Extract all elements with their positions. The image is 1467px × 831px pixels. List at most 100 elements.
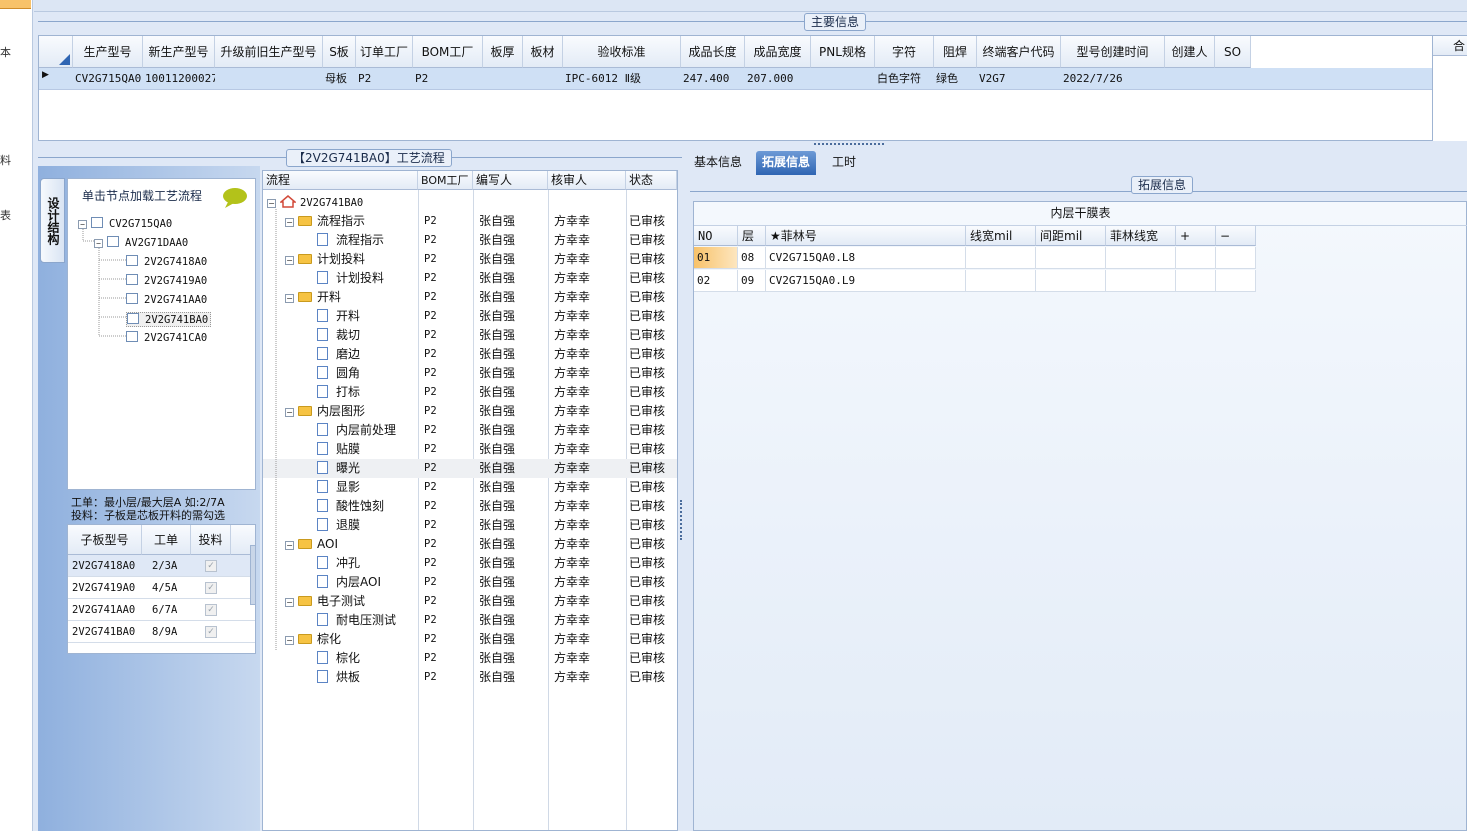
ext-cell[interactable]: 08 — [738, 247, 766, 269]
ext-cell[interactable] — [1216, 270, 1256, 292]
flow-root-node[interactable]: −2V2G741BA0 — [263, 193, 677, 212]
left-nav-char[interactable]: 料 — [0, 152, 11, 168]
collapse-icon[interactable]: − — [285, 636, 294, 645]
flow-step-group[interactable]: − 流程指示 P2 张自强 方幸幸 已审核 — [263, 212, 677, 231]
flow-step[interactable]: 打标 P2 张自强 方幸幸 已审核 — [263, 383, 677, 402]
flow-col-header[interactable]: 状态 — [626, 171, 677, 190]
ext-cell[interactable]: 01 — [694, 247, 738, 269]
main-cell[interactable] — [1215, 68, 1251, 90]
feed-checkbox[interactable]: ✓ — [205, 582, 217, 594]
main-col-header[interactable]: SO — [1215, 36, 1251, 68]
feed-checkbox[interactable]: ✓ — [205, 560, 217, 572]
main-cell[interactable]: 2022/7/26 — [1061, 68, 1165, 90]
left-nav-selected[interactable] — [0, 0, 31, 9]
main-col-header[interactable]: 终端客户代码 — [977, 36, 1061, 68]
main-col-header[interactable]: 订单工厂 — [356, 36, 413, 68]
collapse-icon[interactable]: − — [285, 598, 294, 607]
main-col-header[interactable]: 验收标准 — [563, 36, 681, 68]
sub-col-header[interactable]: 工单 — [142, 525, 191, 555]
ext-cell[interactable] — [966, 247, 1036, 269]
grid-corner[interactable] — [39, 36, 73, 68]
vertical-splitter[interactable] — [678, 170, 684, 831]
sub-col-header[interactable]: 子板型号 — [68, 525, 142, 555]
flow-step[interactable]: 退膜 P2 张自强 方幸幸 已审核 — [263, 516, 677, 535]
main-cell[interactable]: CV2G715QA0 — [73, 68, 143, 90]
main-col-header[interactable]: 字符 — [875, 36, 934, 68]
sub-board-row[interactable]: 2V2G7419A0 4/5A ✓ — [68, 577, 255, 599]
flow-step[interactable]: 圆角 P2 张自强 方幸幸 已审核 — [263, 364, 677, 383]
flow-step[interactable]: 烘板 P2 张自强 方幸幸 已审核 — [263, 668, 677, 687]
flow-step[interactable]: 棕化 P2 张自强 方幸幸 已审核 — [263, 649, 677, 668]
flow-step[interactable]: 内层AOI P2 张自强 方幸幸 已审核 — [263, 573, 677, 592]
flow-step[interactable]: 开料 P2 张自强 方幸幸 已审核 — [263, 307, 677, 326]
left-nav-char[interactable]: 表 — [0, 207, 11, 223]
flow-col-header[interactable]: BOM工厂 — [418, 171, 473, 190]
main-col-header[interactable]: 型号创建时间 — [1061, 36, 1165, 68]
main-cell[interactable] — [483, 68, 523, 90]
main-col-header[interactable]: 阻焊 — [934, 36, 977, 68]
main-col-header[interactable]: 新生产型号 — [143, 36, 215, 68]
main-cell[interactable]: 207.000 — [745, 68, 811, 90]
flow-step[interactable]: 内层前处理 P2 张自强 方幸幸 已审核 — [263, 421, 677, 440]
flow-step-group[interactable]: − 内层图形 P2 张自强 方幸幸 已审核 — [263, 402, 677, 421]
collapse-icon[interactable]: − — [285, 218, 294, 227]
feed-checkbox[interactable]: ✓ — [205, 604, 217, 616]
main-col-header[interactable]: 生产型号 — [73, 36, 143, 68]
ext-cell[interactable] — [1176, 270, 1216, 292]
ext-cell[interactable] — [1036, 247, 1106, 269]
flow-step[interactable]: 计划投料 P2 张自强 方幸幸 已审核 — [263, 269, 677, 288]
main-cell[interactable] — [811, 68, 875, 90]
flow-step[interactable]: 曝光 P2 张自强 方幸幸 已审核 — [263, 459, 677, 478]
main-cell[interactable]: V2G7 — [977, 68, 1061, 90]
ext-cell[interactable] — [1036, 270, 1106, 292]
ext-col-header[interactable]: 层 — [738, 226, 766, 246]
flow-step-group[interactable]: − 开料 P2 张自强 方幸幸 已审核 — [263, 288, 677, 307]
main-cell[interactable]: P2 — [413, 68, 483, 90]
main-cell[interactable]: 10011200027064 — [143, 68, 215, 90]
ext-col-header[interactable]: 间距mil — [1036, 226, 1106, 246]
flow-step[interactable]: 冲孔 P2 张自强 方幸幸 已审核 — [263, 554, 677, 573]
collapse-icon[interactable]: − — [285, 256, 294, 265]
main-cell[interactable]: 绿色 — [934, 68, 977, 90]
collapse-icon[interactable]: − — [285, 541, 294, 550]
main-col-header[interactable]: 升级前旧生产型号 — [215, 36, 323, 68]
main-cell[interactable] — [215, 68, 323, 90]
flow-step-group[interactable]: − AOI P2 张自强 方幸幸 已审核 — [263, 535, 677, 554]
flow-step[interactable]: 酸性蚀刻 P2 张自强 方幸幸 已审核 — [263, 497, 677, 516]
sub-board-row[interactable]: 2V2G741BA0 8/9A ✓ — [68, 621, 255, 643]
tab-work-hours[interactable]: 工时 — [826, 151, 862, 175]
tab-design-structure[interactable]: 设计结构 — [40, 178, 65, 263]
collapse-icon[interactable]: − — [285, 408, 294, 417]
main-cell[interactable]: 247.400 — [681, 68, 745, 90]
sub-grid-scrollbar[interactable] — [250, 545, 256, 605]
main-cell[interactable] — [1165, 68, 1215, 90]
main-col-header[interactable]: 板厚 — [483, 36, 523, 68]
sub-board-row[interactable]: 2V2G7418A0 2/3A ✓ — [68, 555, 255, 577]
flow-step[interactable]: 显影 P2 张自强 方幸幸 已审核 — [263, 478, 677, 497]
flow-step-group[interactable]: − 计划投料 P2 张自强 方幸幸 已审核 — [263, 250, 677, 269]
ext-cell[interactable] — [1176, 247, 1216, 269]
sub-col-header[interactable]: 投料 — [191, 525, 231, 555]
main-cell[interactable]: 白色字符 — [875, 68, 934, 90]
ext-col-header[interactable]: + — [1176, 226, 1216, 246]
flow-step[interactable]: 流程指示 P2 张自强 方幸幸 已审核 — [263, 231, 677, 250]
tab-basic-info[interactable]: 基本信息 — [688, 151, 748, 175]
ext-cell[interactable] — [1106, 270, 1176, 292]
ext-col-header[interactable]: 线宽mil — [966, 226, 1036, 246]
flow-step-group[interactable]: − 电子测试 P2 张自强 方幸幸 已审核 — [263, 592, 677, 611]
flow-step-group[interactable]: − 棕化 P2 张自强 方幸幸 已审核 — [263, 630, 677, 649]
ext-col-header[interactable]: − — [1216, 226, 1256, 246]
ext-col-header[interactable]: 菲林线宽 — [1106, 226, 1176, 246]
ext-col-header[interactable]: NO — [694, 226, 738, 246]
main-col-header[interactable]: BOM工厂 — [413, 36, 483, 68]
feed-checkbox[interactable]: ✓ — [205, 626, 217, 638]
sub-board-row[interactable]: 2V2G741AA0 6/7A ✓ — [68, 599, 255, 621]
main-col-header[interactable]: 成品长度 — [681, 36, 745, 68]
main-cell[interactable]: IPC-6012 Ⅱ级 — [563, 68, 681, 90]
ext-cell[interactable] — [1106, 247, 1176, 269]
collapse-icon[interactable]: − — [267, 199, 276, 208]
flow-step[interactable]: 裁切 P2 张自强 方幸幸 已审核 — [263, 326, 677, 345]
flow-col-header[interactable]: 核审人 — [548, 171, 626, 190]
ext-col-header[interactable]: ★菲林号 — [766, 226, 966, 246]
main-cell[interactable]: 母板 — [323, 68, 356, 90]
